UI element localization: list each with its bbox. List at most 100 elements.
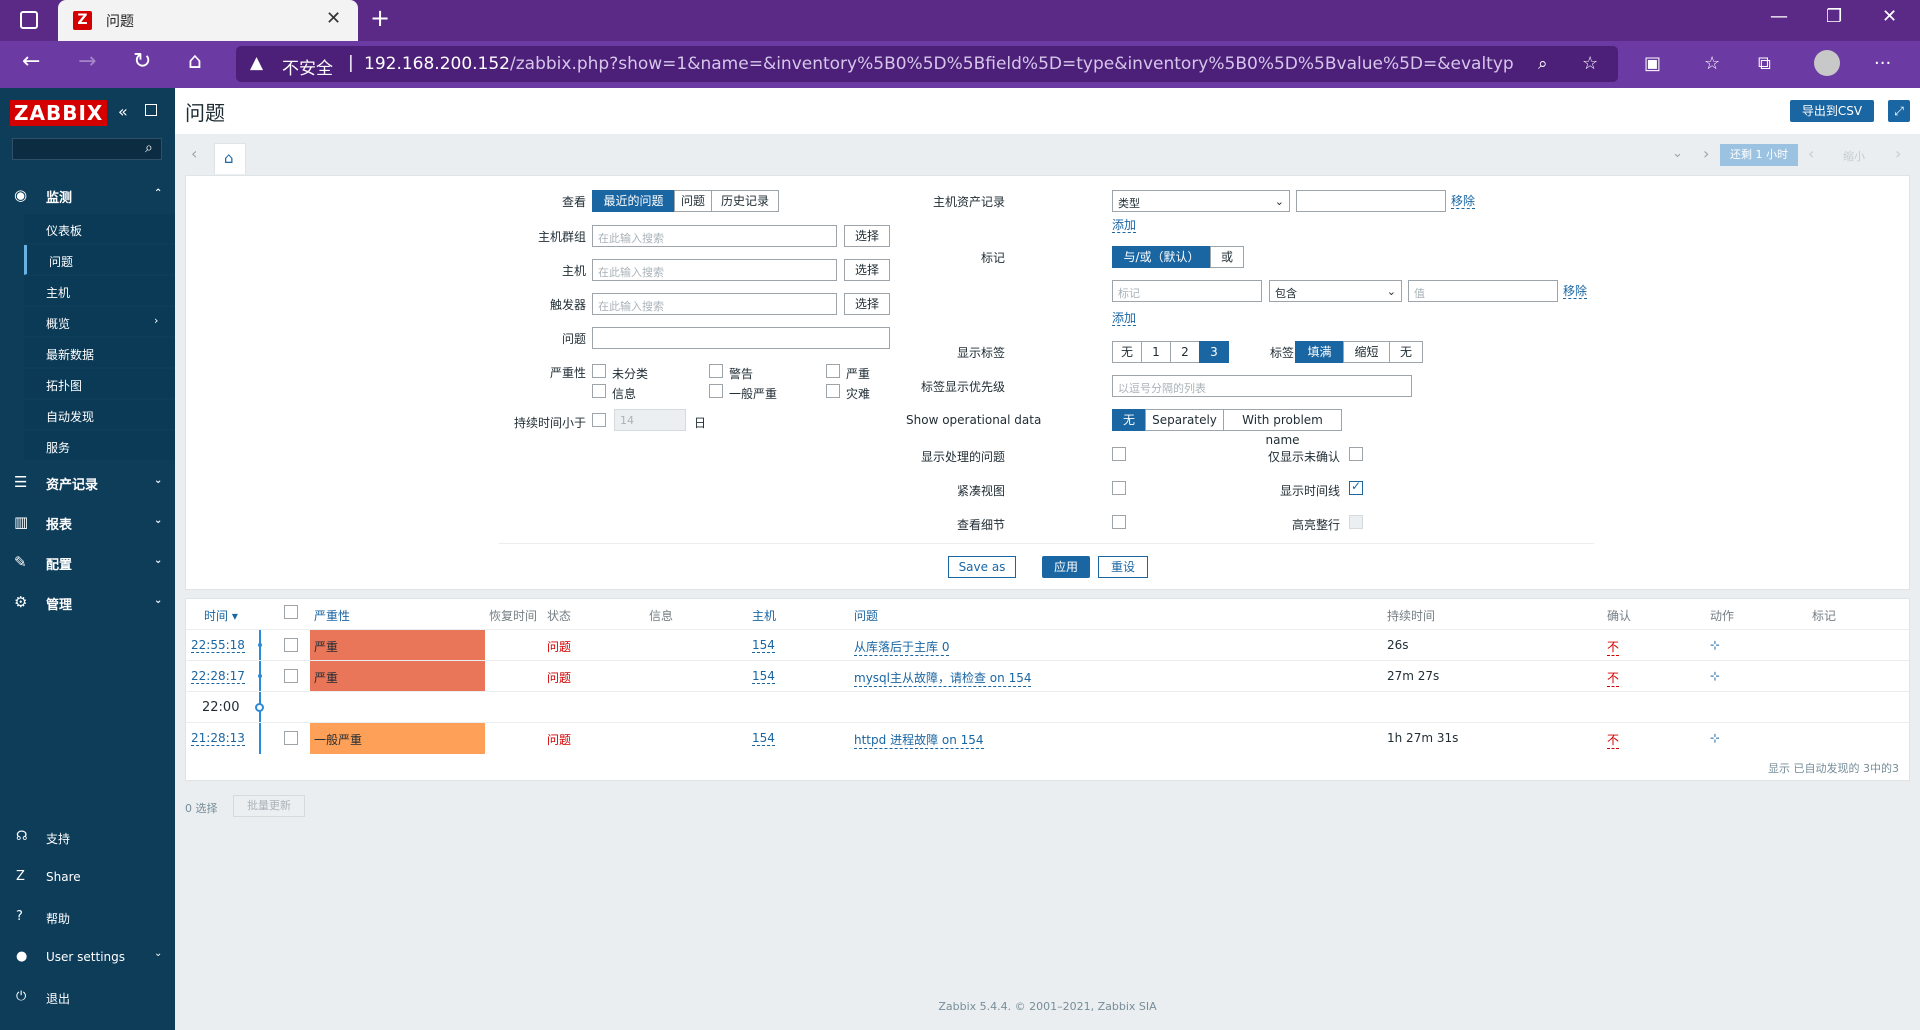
opdata-none[interactable]: 无: [1112, 409, 1146, 431]
sidebar-section-administration[interactable]: ⚙ 管理 ⌄: [0, 583, 175, 621]
show-suppressed-checkbox[interactable]: [1112, 447, 1126, 461]
prev-tab-icon[interactable]: ‹: [191, 144, 197, 163]
next-tab-icon[interactable]: ›: [1703, 144, 1709, 163]
triggers-select-button[interactable]: 选择: [844, 293, 890, 315]
warning-icon[interactable]: ▲: [250, 53, 263, 73]
home-filter-tab[interactable]: ⌂: [214, 143, 246, 174]
back-icon[interactable]: ←: [22, 49, 40, 74]
row-ack-link[interactable]: 不: [1607, 731, 1620, 749]
tag-name-full[interactable]: 填满: [1295, 341, 1344, 363]
sidebar-section-monitoring[interactable]: ◉ 监测 ⌃: [0, 176, 175, 214]
compact-view-checkbox[interactable]: [1112, 481, 1126, 495]
sidebar-section-inventory[interactable]: ☰ 资产记录 ⌄: [0, 463, 175, 501]
save-as-button[interactable]: Save as: [948, 556, 1016, 578]
search-icon[interactable]: ⌕: [145, 140, 153, 156]
opdata-with-problem-name[interactable]: With problem name: [1223, 409, 1342, 447]
time-back-icon[interactable]: ‹: [1808, 144, 1814, 163]
browser-tab[interactable]: Z 问题 ✕: [58, 0, 358, 41]
window-close-icon[interactable]: ✕: [1882, 6, 1897, 27]
severity-average-checkbox[interactable]: [709, 384, 723, 398]
row-time-link[interactable]: 21:28:13: [191, 731, 245, 746]
close-tab-icon[interactable]: ✕: [326, 8, 341, 29]
inventory-remove-link[interactable]: 移除: [1451, 194, 1476, 209]
row-ack-link[interactable]: 不: [1607, 669, 1620, 687]
sidebar-item-problems[interactable]: 问题: [24, 245, 175, 275]
forward-icon[interactable]: →: [78, 49, 96, 74]
tag-priority-input[interactable]: 以逗号分隔的列表: [1112, 375, 1412, 397]
sidebar-item-discovery[interactable]: 自动发现: [24, 400, 175, 430]
select-all-checkbox[interactable]: [284, 605, 298, 619]
highlight-row-checkbox[interactable]: [1349, 515, 1363, 529]
sidebar-sign-out[interactable]: ⏻ 退出: [0, 978, 175, 1016]
inventory-field-select[interactable]: 类型 ⌄: [1112, 190, 1290, 212]
new-tab-icon[interactable]: +: [370, 4, 390, 32]
severity-disaster-checkbox[interactable]: [826, 384, 840, 398]
sidebar-section-configuration[interactable]: ✎ 配置 ⌄: [0, 543, 175, 581]
row-host-link[interactable]: 154: [752, 638, 775, 653]
show-details-checkbox[interactable]: [1112, 515, 1126, 529]
inventory-add-link[interactable]: 添加: [1112, 218, 1137, 233]
row-time-link[interactable]: 22:28:17: [191, 669, 245, 684]
opdata-separately[interactable]: Separately: [1145, 409, 1224, 431]
tags-and-or-option[interactable]: 与/或（默认）: [1112, 246, 1211, 268]
time-range-tab[interactable]: 还剩 1 小时: [1720, 144, 1798, 166]
sidebar-user-settings[interactable]: ● User settings ⌄: [0, 938, 175, 976]
url-text[interactable]: 192.168.200.152/zabbix.php?show=1&name=&…: [364, 54, 1514, 74]
severity-warning-checkbox[interactable]: [709, 364, 723, 378]
reset-button[interactable]: 重设: [1098, 556, 1148, 578]
row-problem-link[interactable]: mysql主从故障，请检查 on 154: [854, 669, 1032, 687]
row-host-link[interactable]: 154: [752, 669, 775, 684]
problem-input[interactable]: [592, 327, 890, 349]
reading-icon[interactable]: ▣: [1644, 53, 1661, 74]
age-checkbox[interactable]: [592, 413, 606, 427]
collapse-sidebar-icon[interactable]: «: [118, 102, 128, 121]
show-tags-1[interactable]: 1: [1141, 341, 1171, 363]
tag-name-none[interactable]: 无: [1389, 341, 1423, 363]
sidebar-item-latest-data[interactable]: 最新数据: [24, 338, 175, 368]
fullscreen-icon[interactable]: ⤢: [1888, 100, 1910, 122]
zabbix-logo[interactable]: ZABBIX: [10, 100, 108, 126]
severity-high-checkbox[interactable]: [826, 364, 840, 378]
unack-only-checkbox[interactable]: [1349, 447, 1363, 461]
url-field[interactable]: ▲ 不安全 | 192.168.200.152/zabbix.php?show=…: [236, 46, 1618, 82]
triggers-input[interactable]: 在此输入搜索: [592, 293, 837, 315]
security-label[interactable]: 不安全: [282, 54, 333, 79]
view-problems[interactable]: 问题: [674, 190, 712, 212]
profile-avatar[interactable]: [1814, 50, 1840, 76]
tag-name-shortened[interactable]: 缩短: [1343, 341, 1390, 363]
show-timeline-checkbox[interactable]: ✓: [1349, 479, 1363, 495]
severity-not-classified-checkbox[interactable]: [592, 364, 606, 378]
row-checkbox[interactable]: [284, 669, 298, 683]
sidebar-search-input[interactable]: ⌕: [12, 138, 162, 160]
view-recent-problems[interactable]: 最近的问题: [592, 190, 675, 212]
tab-actions-icon[interactable]: [20, 11, 38, 29]
actions-icon[interactable]: ⊹: [1710, 731, 1720, 745]
row-time-link[interactable]: 22:55:18: [191, 638, 245, 653]
kiosk-icon[interactable]: [145, 104, 157, 116]
sidebar-item-maps[interactable]: 拓扑图: [24, 369, 175, 399]
hosts-input[interactable]: 在此输入搜索: [592, 259, 837, 281]
tag-add-link[interactable]: 添加: [1112, 311, 1137, 326]
sidebar-share[interactable]: Z Share: [0, 858, 175, 896]
col-problem-header[interactable]: 问题: [854, 607, 878, 624]
mass-update-button[interactable]: 批量更新: [233, 795, 305, 817]
col-time-header[interactable]: 时间 ▾: [204, 607, 238, 624]
actions-icon[interactable]: ⊹: [1710, 638, 1720, 652]
sidebar-support[interactable]: ☊ 支持: [0, 818, 175, 856]
row-host-link[interactable]: 154: [752, 731, 775, 746]
sidebar-item-hosts[interactable]: 主机: [24, 276, 175, 306]
home-icon[interactable]: ⌂: [188, 49, 202, 74]
host-groups-select-button[interactable]: 选择: [844, 225, 890, 247]
row-problem-link[interactable]: httpd 进程故障 on 154: [854, 731, 984, 749]
restore-icon[interactable]: ❐: [1826, 6, 1842, 27]
apply-button[interactable]: 应用: [1042, 556, 1090, 578]
more-icon[interactable]: ···: [1874, 53, 1891, 74]
favorites-icon[interactable]: ☆: [1704, 53, 1720, 74]
sidebar-section-reports[interactable]: ▥ 报表 ⌄: [0, 503, 175, 541]
tag-remove-link[interactable]: 移除: [1563, 284, 1588, 299]
hosts-select-button[interactable]: 选择: [844, 259, 890, 281]
tag-name-input[interactable]: 标记: [1112, 280, 1262, 302]
export-csv-button[interactable]: 导出到CSV: [1790, 100, 1874, 122]
tabs-list-icon[interactable]: ⌄: [1672, 146, 1683, 161]
sidebar-item-overview[interactable]: 概览 ›: [24, 307, 175, 337]
